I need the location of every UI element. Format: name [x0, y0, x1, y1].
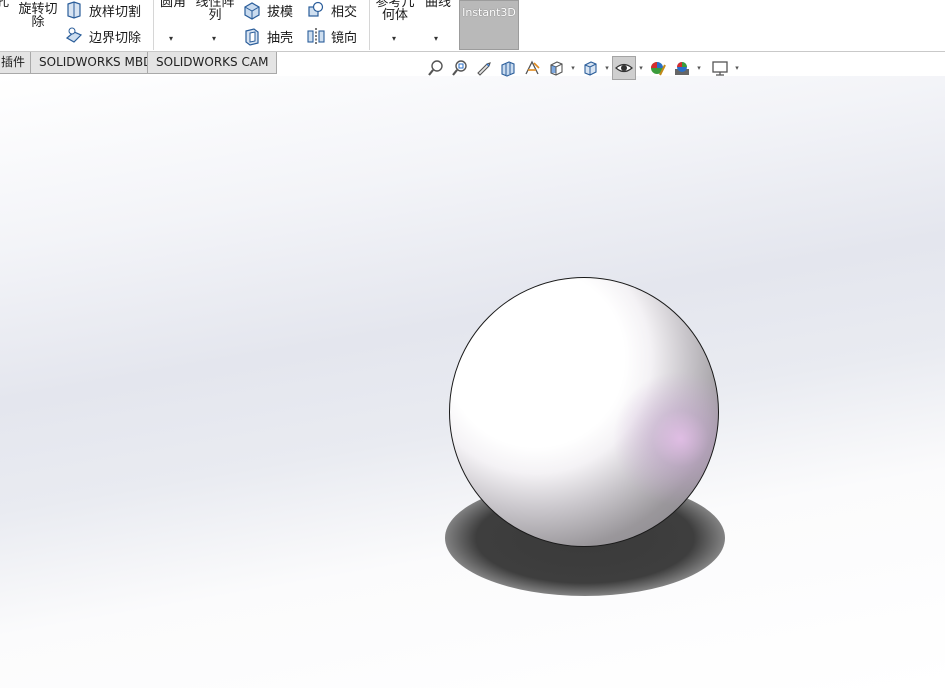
draft-icon	[242, 0, 262, 20]
mirror-button[interactable]: 镜向	[306, 26, 357, 46]
hide-show-items-dropdown-arrow[interactable]: ▾	[636, 64, 646, 72]
graphics-area[interactable]	[0, 76, 945, 688]
apply-scene-dropdown-arrow[interactable]: ▾	[694, 64, 704, 72]
previous-view-icon[interactable]	[472, 56, 496, 80]
view-settings-icon[interactable]	[708, 56, 732, 80]
lofted-cut-icon	[64, 0, 84, 20]
tab-solidworks-cam[interactable]: SOLIDWORKS CAM	[147, 52, 278, 74]
section-view-icon[interactable]	[496, 56, 520, 80]
sphere-model[interactable]	[449, 277, 719, 547]
draft-button[interactable]: 拔模	[242, 0, 293, 20]
instant3d-button[interactable]: Instant3D	[459, 0, 519, 50]
ribbon-separator	[153, 0, 154, 50]
curves-button[interactable]: 曲线	[424, 0, 452, 9]
intersect-button[interactable]: 相交	[306, 0, 357, 20]
zoom-to-area-icon[interactable]	[448, 56, 472, 80]
view-settings-dropdown-arrow[interactable]: ▾	[732, 64, 742, 72]
boundary-cut-icon	[64, 26, 84, 46]
fillet-button[interactable]: 圆角	[158, 0, 188, 9]
linear-pattern-button[interactable]: 线性阵 列	[194, 0, 236, 22]
tab-add-ins[interactable]: 插件	[0, 52, 35, 74]
hide-show-items-icon[interactable]	[612, 56, 636, 80]
intersect-icon	[306, 0, 326, 20]
tab-solidworks-mbd[interactable]: SOLIDWORKS MBD	[30, 52, 162, 74]
ribbon-separator	[369, 0, 370, 50]
display-style-dropdown-arrow[interactable]: ▾	[602, 64, 612, 72]
mirror-icon	[306, 26, 326, 46]
linear-pattern-dropdown-arrow[interactable]: ▾	[212, 34, 216, 43]
fillet-dropdown-arrow[interactable]: ▾	[169, 34, 173, 43]
view-orientation-icon[interactable]	[544, 56, 568, 80]
shell-button[interactable]: 抽壳	[242, 26, 293, 46]
zoom-to-fit-icon[interactable]	[424, 56, 448, 80]
command-manager-ribbon: 孔 旋转切 除 放样切割 边界切除 圆角 ▾ 线性阵 列 ▾ 拔模	[0, 0, 945, 52]
lofted-cut-button[interactable]: 放样切割	[64, 0, 141, 20]
heads-up-view-toolbar: ▾ ▾ ▾ ▾ ▾	[424, 56, 742, 80]
reference-geometry-button[interactable]: 参考几 何体	[374, 0, 416, 22]
hole-wizard-label[interactable]: 孔	[0, 0, 9, 9]
display-style-icon[interactable]	[578, 56, 602, 80]
view-orientation-dropdown-arrow[interactable]: ▾	[568, 64, 578, 72]
dynamic-annotation-icon[interactable]	[520, 56, 544, 80]
edit-appearance-icon[interactable]	[646, 56, 670, 80]
shell-icon	[242, 26, 262, 46]
boundary-cut-button[interactable]: 边界切除	[64, 26, 141, 46]
revolved-cut-button[interactable]: 旋转切 除	[17, 3, 59, 29]
reference-geometry-dropdown-arrow[interactable]: ▾	[392, 34, 396, 43]
apply-scene-icon[interactable]	[670, 56, 694, 80]
curves-dropdown-arrow[interactable]: ▾	[434, 34, 438, 43]
